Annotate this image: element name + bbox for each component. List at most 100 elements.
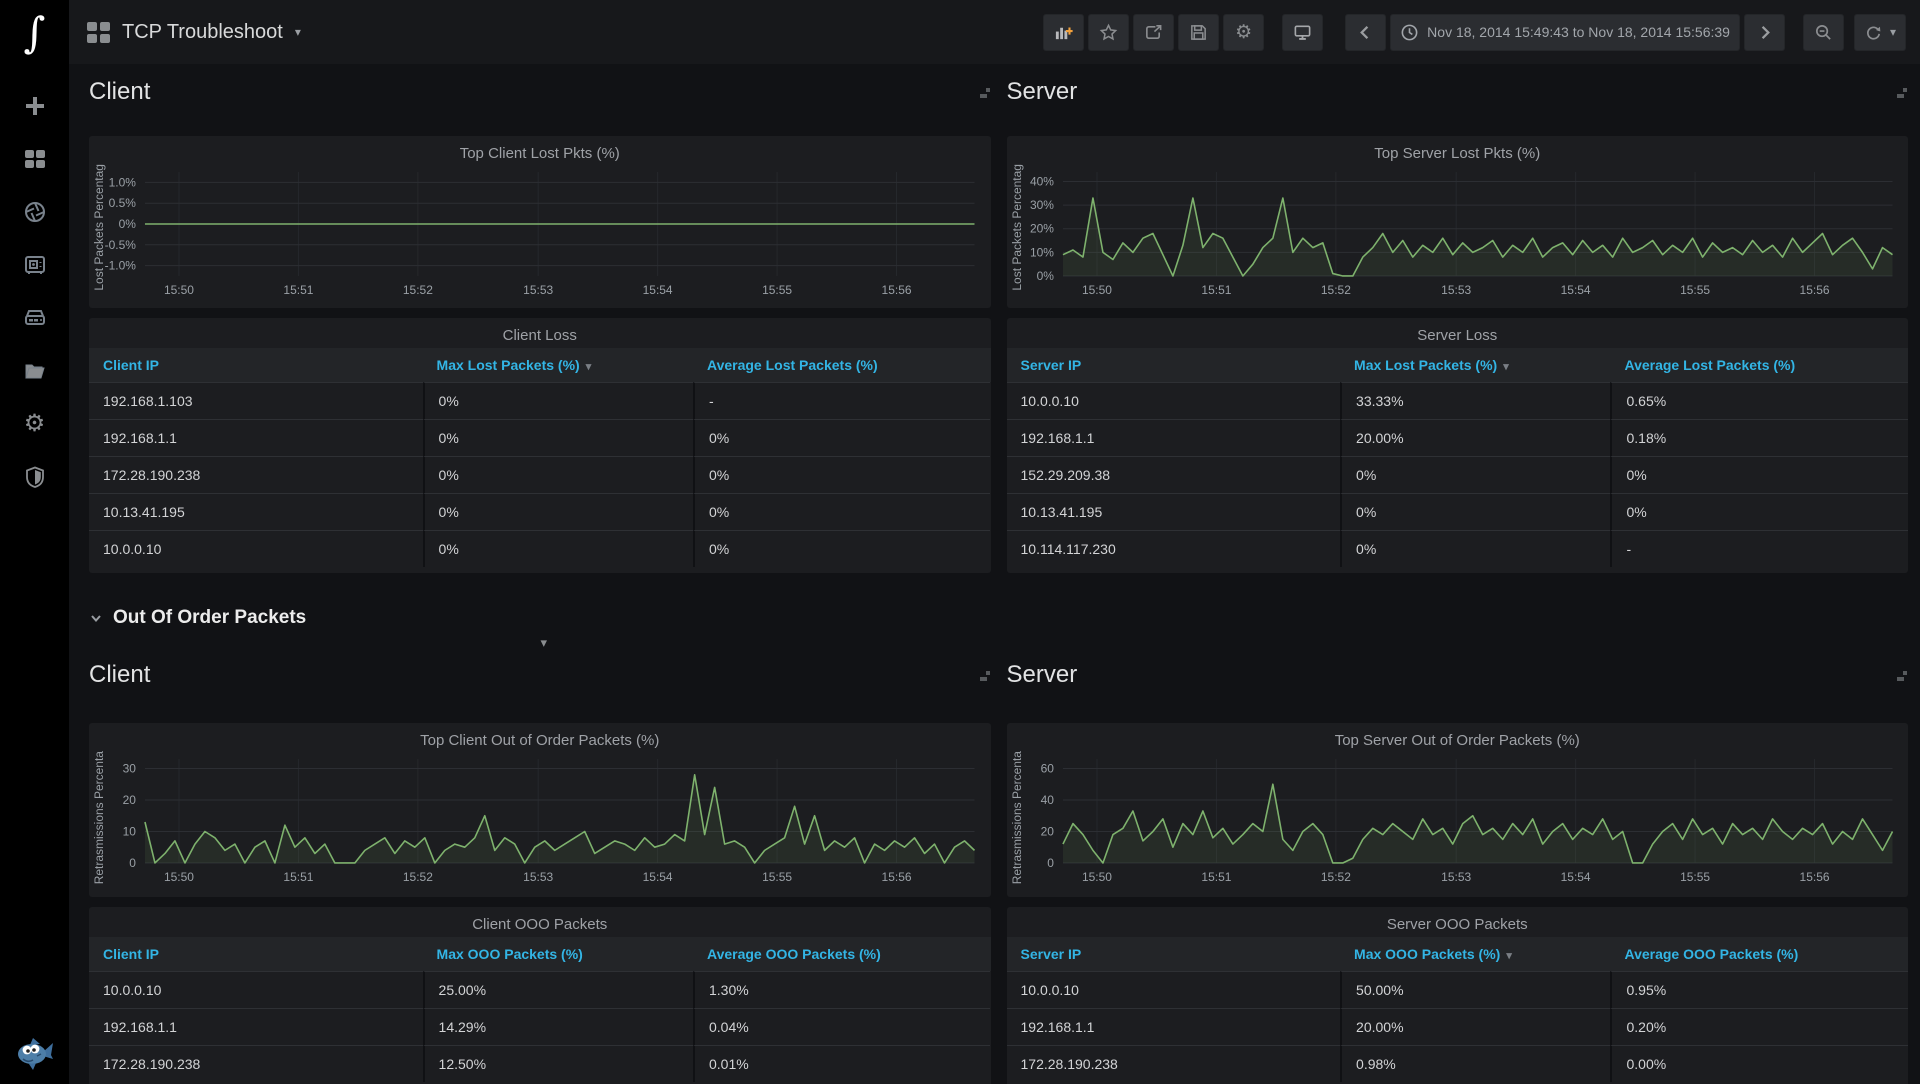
column-header[interactable]: Max OOO Packets (%) [423, 937, 693, 971]
time-series-chart[interactable]: 15:5015:5115:5215:5315:5415:5515:5660402… [1007, 751, 1909, 889]
table-cell: 0% [1610, 456, 1907, 493]
plus-icon[interactable] [22, 93, 48, 119]
refresh-button[interactable]: ▾ [1854, 14, 1906, 51]
row-title-server-loss[interactable]: Server [1007, 78, 1078, 106]
table-cell: 152.29.209.38 [1007, 456, 1341, 493]
refresh-interval-caret[interactable]: ▾ [1890, 25, 1896, 39]
add-panel-button[interactable] [1043, 14, 1084, 51]
time-forward-button[interactable] [1744, 14, 1785, 51]
time-series-chart[interactable]: 15:5015:5115:5215:5315:5415:5515:5640%30… [1007, 164, 1909, 302]
table-cell: 192.168.1.1 [89, 1008, 423, 1045]
table-cell: 10.114.117.230 [1007, 530, 1341, 567]
row-corner-icon[interactable] [978, 669, 991, 682]
panel-top-client-ooo: Top Client Out of Order Packets (%) 15:5… [89, 723, 991, 897]
table-cell: 0.95% [1610, 971, 1907, 1008]
column-header[interactable]: Average OOO Packets (%) [1610, 937, 1907, 971]
time-series-chart[interactable]: 15:5015:5115:5215:5315:5415:5515:5630201… [89, 751, 991, 889]
grid-icon[interactable] [22, 146, 48, 172]
column-header[interactable]: Server IP [1007, 348, 1341, 382]
svg-text:15:56: 15:56 [1799, 283, 1829, 297]
row-corner-icon[interactable] [1895, 86, 1908, 99]
chart-panel-title[interactable]: Top Client Out of Order Packets (%) [89, 723, 991, 751]
svg-text:15:50: 15:50 [1081, 283, 1111, 297]
table-panel-title[interactable]: Server OOO Packets [1007, 907, 1909, 935]
table-row: 10.0.0.1050.00%0.95% [1007, 971, 1909, 1008]
table-cell: 0% [423, 493, 693, 530]
table-row: 172.28.190.2380.98%0.00% [1007, 1045, 1909, 1082]
table-cell: 0% [423, 419, 693, 456]
chart-panel-title[interactable]: Top Client Lost Pkts (%) [89, 136, 991, 164]
svg-text:15:51: 15:51 [283, 283, 313, 297]
table-cell: 25.00% [423, 971, 693, 1008]
row-title-client-loss[interactable]: Client [89, 78, 150, 106]
table-cell: 0% [423, 530, 693, 567]
app-logo[interactable]: ∫ [24, 0, 46, 66]
table-panel-title[interactable]: Client OOO Packets [89, 907, 991, 935]
svg-text:15:50: 15:50 [1081, 870, 1111, 884]
table-cell: 0.18% [1610, 419, 1907, 456]
table-panel-title[interactable]: Client Loss [89, 318, 991, 346]
table-cell: 0% [693, 419, 990, 456]
svg-text:Lost Packets Percentage: Lost Packets Percentage [1009, 164, 1023, 291]
table-cell: - [1610, 530, 1907, 567]
table-row: 192.168.1.120.00%0.18% [1007, 419, 1909, 456]
time-range-picker[interactable]: Nov 18, 2014 15:49:43 to Nov 18, 2014 15… [1390, 14, 1740, 51]
time-back-button[interactable] [1345, 14, 1386, 51]
chevron-down-icon[interactable] [89, 611, 103, 625]
table-cell: 10.0.0.10 [89, 530, 423, 567]
svg-text:1.0%: 1.0% [109, 175, 137, 189]
chart-panel-title[interactable]: Top Server Out of Order Packets (%) [1007, 723, 1909, 751]
column-header[interactable]: Average Lost Packets (%) [693, 348, 990, 382]
section-label-ooo[interactable]: Out Of Order Packets [113, 607, 306, 629]
zoom-out-button[interactable] [1803, 14, 1844, 51]
row-title-client-ooo[interactable]: Client [89, 661, 150, 689]
shield-icon[interactable] [22, 464, 48, 490]
chart-panel-title[interactable]: Top Server Lost Pkts (%) [1007, 136, 1909, 164]
table-row: 152.29.209.380%0% [1007, 456, 1909, 493]
svg-text:15:55: 15:55 [762, 283, 792, 297]
column-header[interactable]: Max OOO Packets (%)▾ [1340, 937, 1610, 971]
column-header[interactable]: Client IP [89, 937, 423, 971]
row-collapse-caret[interactable]: ▾ [540, 635, 547, 651]
dashboard-grid-icon[interactable] [87, 22, 110, 43]
svg-text:0.5%: 0.5% [109, 196, 137, 210]
hard-drive-icon[interactable] [22, 305, 48, 331]
row-title-server-ooo[interactable]: Server [1007, 661, 1078, 689]
table-panel-title[interactable]: Server Loss [1007, 318, 1909, 346]
table-cell: 10.13.41.195 [1007, 493, 1341, 530]
row-corner-icon[interactable] [1895, 669, 1908, 682]
svg-text:15:51: 15:51 [1201, 283, 1231, 297]
title-dropdown-caret[interactable]: ▾ [295, 25, 301, 39]
table-cell: 0% [693, 456, 990, 493]
time-series-chart[interactable]: 15:5015:5115:5215:5315:5415:5515:561.0%0… [89, 164, 991, 302]
gear-icon[interactable]: ⚙ [22, 411, 48, 437]
column-header[interactable]: Server IP [1007, 937, 1341, 971]
tv-mode-button[interactable] [1282, 14, 1323, 51]
column-header[interactable]: Client IP [89, 348, 423, 382]
folder-open-icon[interactable] [22, 358, 48, 384]
table-row: 192.168.1.120.00%0.20% [1007, 1008, 1909, 1045]
svg-text:15:55: 15:55 [762, 870, 792, 884]
column-header[interactable]: Max Lost Packets (%)▾ [423, 348, 693, 382]
column-header[interactable]: Average Lost Packets (%) [1610, 348, 1907, 382]
safe-icon[interactable] [22, 252, 48, 278]
column-header[interactable]: Max Lost Packets (%)▾ [1340, 348, 1610, 382]
table-cell: 0.20% [1610, 1008, 1907, 1045]
save-button[interactable] [1178, 14, 1219, 51]
svg-text:15:53: 15:53 [523, 283, 553, 297]
table-cell: 1.30% [693, 971, 990, 1008]
table-cell: 14.29% [423, 1008, 693, 1045]
share-button[interactable] [1133, 14, 1174, 51]
star-button[interactable] [1088, 14, 1129, 51]
table-cell: 20.00% [1340, 419, 1610, 456]
column-header[interactable]: Average OOO Packets (%) [693, 937, 990, 971]
table-cell: 0% [1610, 493, 1907, 530]
aperture-icon[interactable] [22, 199, 48, 225]
table-header-row: Client IPMax OOO Packets (%)Average OOO … [89, 937, 991, 971]
dashboard-title[interactable]: TCP Troubleshoot [122, 21, 283, 44]
fish-avatar[interactable] [13, 1030, 57, 1074]
settings-button[interactable]: ⚙ [1223, 14, 1264, 51]
panel-client-loss-table: Client Loss Client IPMax Lost Packets (%… [89, 318, 991, 573]
row-corner-icon[interactable] [978, 86, 991, 99]
panel-server-ooo-table: Server OOO Packets Server IPMax OOO Pack… [1007, 907, 1909, 1084]
